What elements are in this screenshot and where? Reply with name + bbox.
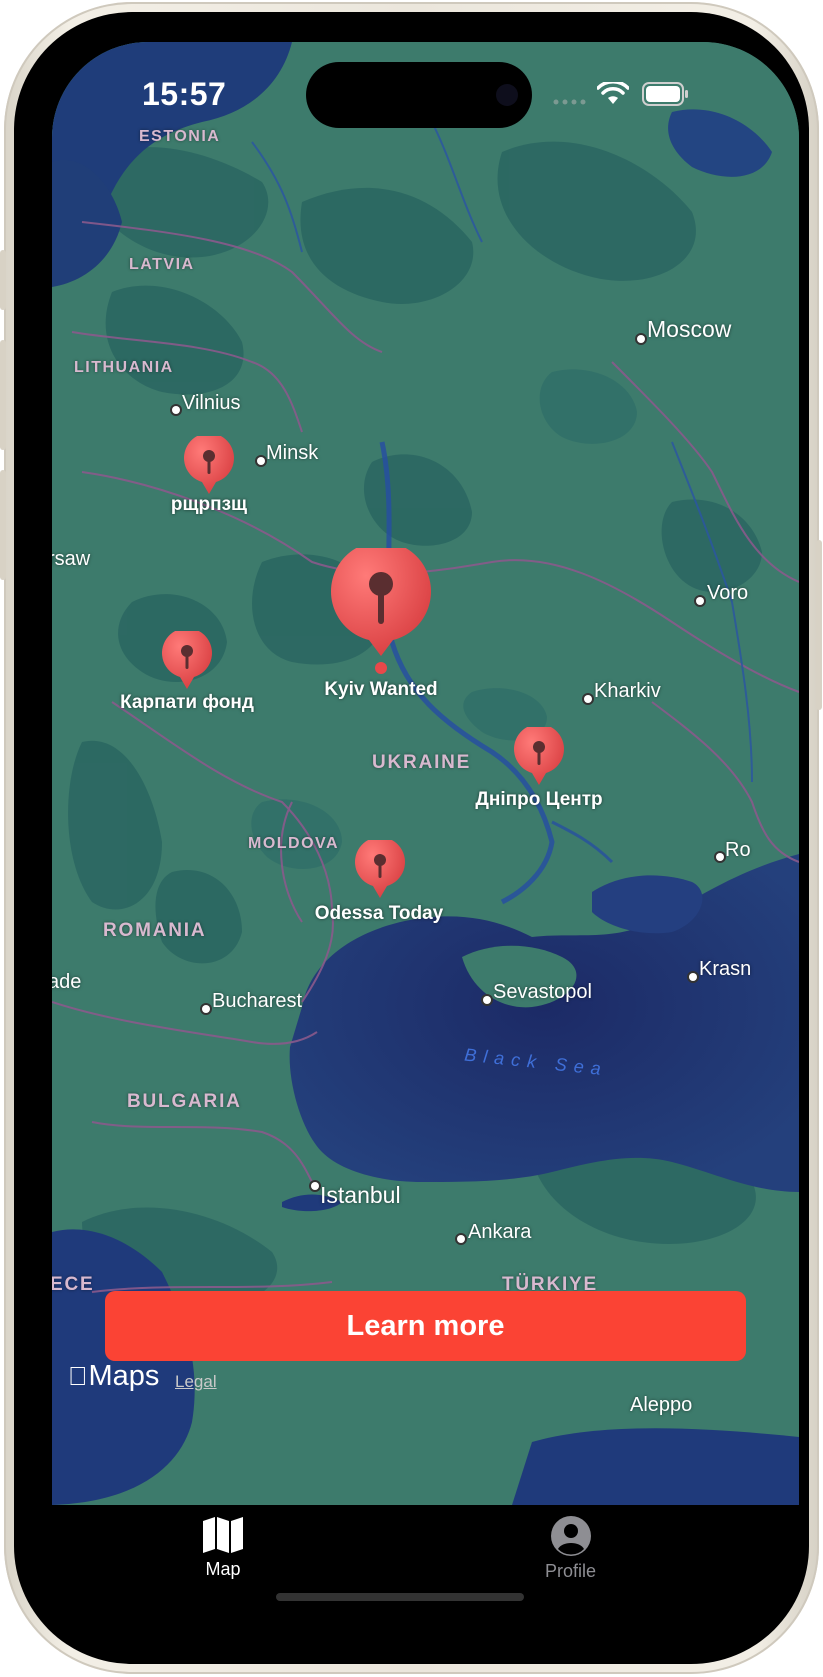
city-dot (716, 853, 724, 861)
city-dot (257, 457, 265, 465)
city-label: Voro (707, 582, 749, 604)
city-label: Kharkiv (594, 680, 661, 702)
city-label: Sevastopol (493, 981, 592, 1003)
screen: ESTONIA LATVIA LITHUANIA UKRAINE MOLDOVA… (52, 42, 799, 1659)
pin-label: Kyiv Wanted (324, 679, 438, 700)
city-dot (696, 597, 704, 605)
city-label: rsaw (52, 548, 91, 570)
city-label: Aleppo (630, 1394, 693, 1416)
maps-wordmark: Maps (69, 1360, 160, 1392)
map-pin[interactable] (160, 631, 214, 691)
city-dot (457, 1235, 465, 1243)
phone-bezel: ESTONIA LATVIA LITHUANIA UKRAINE MOLDOVA… (14, 12, 809, 1664)
pin-label: Дніпро Центр (475, 789, 603, 810)
city-label: Vilnius (182, 392, 241, 414)
tab-map[interactable]: Map (201, 1515, 245, 1580)
map-pin[interactable] (512, 727, 566, 787)
country-label: BULGARIA (127, 1091, 242, 1112)
city-label: Bucharest (212, 990, 303, 1012)
country-label: LITHUANIA (74, 359, 174, 376)
volume-up-button (0, 340, 6, 450)
wifi-icon (597, 82, 629, 104)
pin-label: Карпати фонд (120, 692, 254, 713)
city-label: Istanbul (320, 1182, 401, 1208)
country-label: UKRAINE (372, 752, 472, 773)
map-pin[interactable] (353, 840, 407, 900)
country-label: ESTONIA (139, 128, 221, 145)
home-indicator[interactable] (276, 1593, 524, 1601)
pin-label: рщрпзщ (170, 494, 248, 515)
city-label: Ankara (468, 1221, 532, 1243)
city-dot (172, 406, 180, 414)
tab-profile[interactable]: Profile (545, 1515, 596, 1582)
tab-label: Map (205, 1559, 241, 1579)
map-pin[interactable] (182, 436, 236, 496)
apple-logo-icon:  (68, 1361, 88, 1392)
city-dot (689, 973, 697, 981)
map-icon (203, 1517, 243, 1553)
city-dot (311, 1182, 319, 1190)
pin-label: Odessa Today (314, 903, 444, 924)
learn-more-button[interactable]: Learn more (105, 1291, 746, 1361)
country-label: LATVIA (129, 256, 195, 273)
tab-bar: Map Profile (52, 1505, 799, 1659)
volume-down-button (0, 470, 6, 580)
country-label: ROMANIA (103, 920, 207, 941)
tab-label: Profile (545, 1561, 597, 1581)
power-button (816, 540, 822, 710)
apple-maps-logo[interactable]:  Maps (68, 1360, 159, 1393)
action-button (0, 250, 6, 310)
battery-icon (642, 82, 688, 106)
camera-icon (496, 84, 518, 106)
map-view[interactable]: ESTONIA LATVIA LITHUANIA UKRAINE MOLDOVA… (52, 42, 799, 1505)
legal-link[interactable]: Legal (175, 1372, 217, 1392)
map-pin-selected[interactable] (329, 548, 433, 678)
city-label: Krasn (699, 958, 752, 980)
city-label: Ro (725, 839, 751, 861)
city-label: Minsk (266, 442, 319, 464)
country-label: ECE (52, 1274, 95, 1295)
person-circle-icon (550, 1516, 591, 1556)
status-time: 15:57 (142, 76, 227, 112)
city-label: Moscow (647, 316, 732, 342)
city-dot (584, 695, 592, 703)
city-dot (483, 996, 491, 1004)
city-dot (637, 335, 645, 343)
signal-icon (553, 99, 586, 105)
city-dot (202, 1005, 210, 1013)
country-label: MOLDOVA (248, 835, 340, 852)
city-label: ade (52, 971, 82, 993)
dynamic-island (306, 62, 532, 128)
